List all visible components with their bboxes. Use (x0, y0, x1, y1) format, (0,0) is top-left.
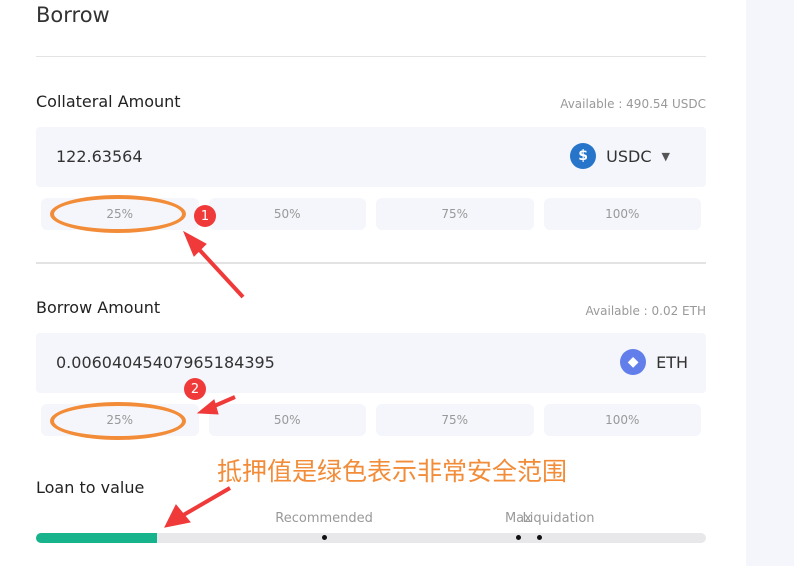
arrow-head (196, 399, 219, 415)
arrow-icon (178, 486, 232, 519)
arrow-head (164, 504, 191, 528)
arrow-icon (193, 243, 245, 299)
annotation-arrows (164, 230, 245, 528)
